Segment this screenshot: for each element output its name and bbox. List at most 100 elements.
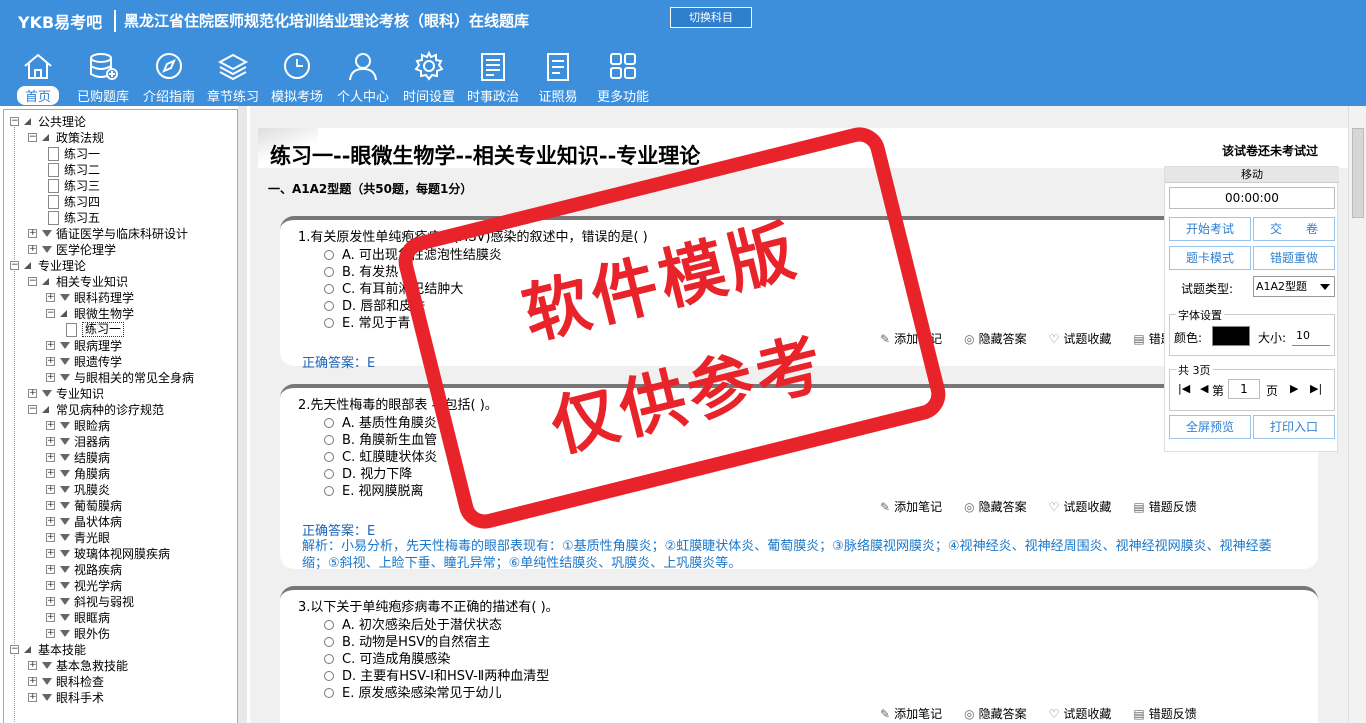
nav-item-layers[interactable]: 章节练习 (202, 48, 264, 105)
expand-icon[interactable]: + (46, 293, 55, 302)
main-scrollbar[interactable] (1348, 106, 1366, 723)
option-radio[interactable] (324, 284, 334, 294)
tree-item[interactable]: + 结膜病 (4, 450, 237, 466)
nav-item-grid[interactable]: 更多功能 (592, 48, 654, 105)
tree-item[interactable]: 练习五 (4, 210, 237, 226)
tree-item[interactable]: + 眼遗传学 (4, 354, 237, 370)
collapse-icon[interactable]: − (28, 405, 37, 414)
option-radio[interactable] (324, 250, 334, 260)
hide-action[interactable]: ◎ 隐藏答案 (964, 705, 1027, 722)
expand-icon[interactable]: + (46, 341, 55, 350)
option-radio[interactable] (324, 620, 334, 630)
note-action[interactable]: ✎ 添加笔记 (880, 705, 942, 722)
note-action[interactable]: ✎ 添加笔记 (880, 498, 942, 515)
tree-item[interactable]: + 与眼相关的常见全身病 (4, 370, 237, 386)
scrollbar-thumb[interactable] (1352, 128, 1364, 218)
nav-item-home[interactable]: 首页 (8, 48, 68, 105)
collapse-icon[interactable]: − (10, 645, 19, 654)
font-size-input[interactable]: 10 (1292, 326, 1330, 346)
expand-icon[interactable]: + (46, 581, 55, 590)
tree-item[interactable]: + 医学伦理学 (4, 242, 237, 258)
expand-icon[interactable]: + (46, 517, 55, 526)
collapse-icon[interactable]: − (10, 117, 19, 126)
expand-icon[interactable]: + (28, 693, 37, 702)
option-radio[interactable] (324, 301, 334, 311)
tree-item[interactable]: + 基本急救技能 (4, 658, 237, 674)
expand-icon[interactable]: + (46, 533, 55, 542)
start-exam-button[interactable]: 开始考试 (1169, 217, 1251, 241)
nav-item-compass[interactable]: 介绍指南 (138, 48, 200, 105)
option-radio[interactable] (324, 671, 334, 681)
nav-item-news[interactable]: 时事政治 (462, 48, 524, 105)
tree-item[interactable]: 练习四 (4, 194, 237, 210)
tree-item[interactable]: + 专业知识 (4, 386, 237, 402)
note-action[interactable]: ✎ 添加笔记 (880, 330, 942, 347)
expand-icon[interactable]: + (46, 357, 55, 366)
tree-item[interactable]: + 眼外伤 (4, 626, 237, 642)
print-button[interactable]: 打印入口 (1253, 415, 1335, 439)
option-radio[interactable] (324, 637, 334, 647)
tree-item[interactable]: − 相关专业知识 (4, 274, 237, 290)
expand-icon[interactable]: + (46, 629, 55, 638)
prev-page-icon[interactable]: ◀ (1200, 382, 1208, 395)
tree-item[interactable]: − 专业理论 (4, 258, 237, 274)
tree-item[interactable]: + 葡萄膜病 (4, 498, 237, 514)
option-radio[interactable] (324, 267, 334, 277)
expand-icon[interactable]: + (28, 245, 37, 254)
expand-icon[interactable]: + (46, 501, 55, 510)
expand-icon[interactable]: + (46, 421, 55, 430)
last-page-icon[interactable]: ▶| (1310, 382, 1322, 395)
tree-item[interactable]: + 眼眶病 (4, 610, 237, 626)
expand-icon[interactable]: + (28, 229, 37, 238)
collapse-icon[interactable]: − (28, 133, 37, 142)
collapse-icon[interactable]: − (28, 277, 37, 286)
tree-item[interactable]: + 眼病理学 (4, 338, 237, 354)
expand-icon[interactable]: + (46, 565, 55, 574)
expand-icon[interactable]: + (46, 437, 55, 446)
tree-item[interactable]: + 青光眼 (4, 530, 237, 546)
tree-item[interactable]: 练习二 (4, 162, 237, 178)
expand-icon[interactable]: + (46, 613, 55, 622)
tree-item[interactable]: + 眼科药理学 (4, 290, 237, 306)
fav-action[interactable]: ♡ 试题收藏 (1049, 330, 1112, 347)
tree-item[interactable]: + 玻璃体视网膜疾病 (4, 546, 237, 562)
nav-item-gear[interactable]: 时间设置 (398, 48, 460, 105)
switch-subject-button[interactable]: 切换科目 (670, 7, 752, 28)
expand-icon[interactable]: + (46, 485, 55, 494)
expand-icon[interactable]: + (46, 373, 55, 382)
option-radio[interactable] (324, 654, 334, 664)
tree-item[interactable]: + 眼科检查 (4, 674, 237, 690)
tree-item[interactable]: 练习一 (4, 146, 237, 162)
collapse-icon[interactable]: − (10, 261, 19, 270)
tree-item[interactable]: − 基本技能 (4, 642, 237, 658)
tree-item[interactable]: 练习一 (4, 322, 237, 338)
sidebar-scrollbar[interactable] (238, 106, 247, 723)
option-radio[interactable] (324, 435, 334, 445)
tree-item[interactable]: + 眼科手术 (4, 690, 237, 706)
answer-option[interactable]: E. 原发感染感染常见于幼儿 (324, 682, 501, 701)
fav-action[interactable]: ♡ 试题收藏 (1049, 498, 1112, 515)
tree-item[interactable]: + 泪器病 (4, 434, 237, 450)
redo-wrong-button[interactable]: 错题重做 (1253, 246, 1335, 270)
nav-item-database[interactable]: 已购题库 (72, 48, 134, 105)
expand-icon[interactable]: + (28, 389, 37, 398)
option-radio[interactable] (324, 452, 334, 462)
tree-item[interactable]: + 循证医学与临床科研设计 (4, 226, 237, 242)
fullscreen-preview-button[interactable]: 全屏预览 (1169, 415, 1251, 439)
tree-item[interactable]: + 眼睑病 (4, 418, 237, 434)
option-radio[interactable] (324, 418, 334, 428)
submit-exam-button[interactable]: 交 卷 (1253, 217, 1335, 241)
nav-item-checklist[interactable]: 证照易 (532, 48, 584, 105)
collapse-icon[interactable]: − (46, 309, 55, 318)
tree-item[interactable]: 练习三 (4, 178, 237, 194)
feedback-action[interactable]: ▤错题反馈 (1133, 705, 1196, 722)
first-page-icon[interactable]: |◀ (1178, 382, 1190, 395)
expand-icon[interactable]: + (46, 453, 55, 462)
font-color-swatch[interactable] (1212, 326, 1250, 346)
answer-option[interactable]: E. 视网膜脱离 (324, 480, 423, 499)
tree-item[interactable]: − 眼微生物学 (4, 306, 237, 322)
option-radio[interactable] (324, 688, 334, 698)
option-radio[interactable] (324, 486, 334, 496)
tree-item[interactable]: + 角膜病 (4, 466, 237, 482)
card-mode-button[interactable]: 题卡模式 (1169, 246, 1251, 270)
